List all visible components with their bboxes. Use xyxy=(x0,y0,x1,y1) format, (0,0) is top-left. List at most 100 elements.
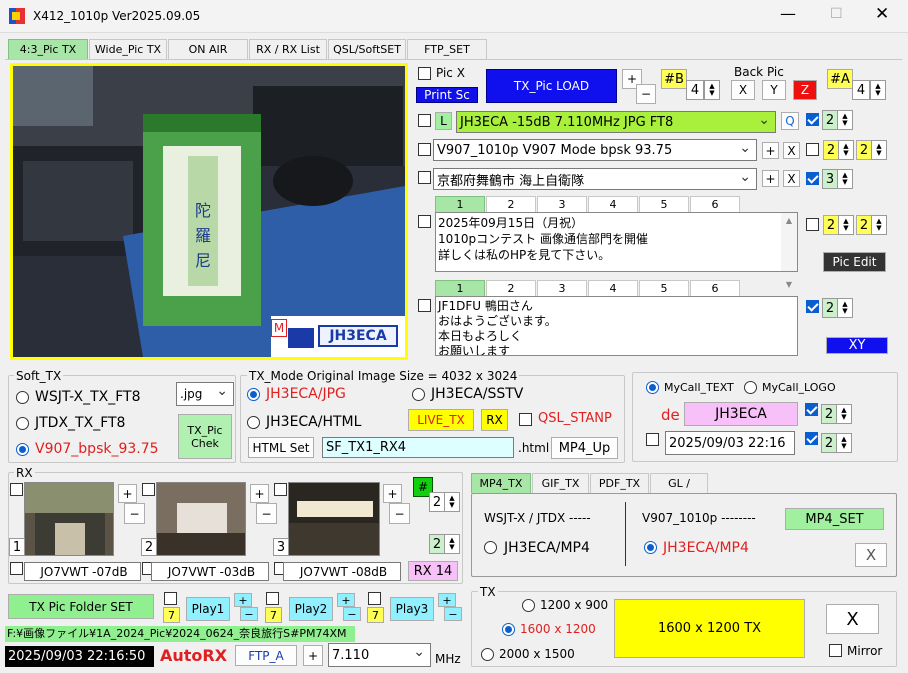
line2-checkbox[interactable] xyxy=(418,143,431,156)
a-value[interactable]: 4 xyxy=(852,80,870,100)
line2-number2[interactable]: 2 xyxy=(856,140,872,160)
memo1-tab-2[interactable]: 2 xyxy=(486,196,536,212)
a-spinner[interactable]: ▲ ▼ xyxy=(870,80,886,100)
play1-plus-button[interactable]: + xyxy=(234,593,252,607)
zoom-minus-button[interactable]: − xyxy=(636,84,656,104)
datetime-field[interactable]: 2025/09/03 22:16 xyxy=(665,431,795,455)
mp4-radio-v907[interactable] xyxy=(644,541,657,554)
mycall-check2[interactable] xyxy=(805,432,818,445)
tab-gl[interactable]: GL / xyxy=(650,473,708,493)
tx-pic-check-button[interactable]: TX_Pic Chek xyxy=(178,414,232,459)
line3-spinner[interactable]: ▲ ▼ xyxy=(837,169,853,189)
tx-mode-radio-sstv[interactable] xyxy=(412,388,425,401)
memo1-tab-5[interactable]: 5 xyxy=(639,196,689,212)
line3-check[interactable] xyxy=(806,172,819,185)
mycall-spinner2[interactable]: ▲ ▼ xyxy=(836,433,852,453)
memo1-check[interactable] xyxy=(806,218,819,231)
datetime-checkbox[interactable] xyxy=(646,433,659,446)
b-value[interactable]: 4 xyxy=(686,80,704,100)
memo1-number2[interactable]: 2 xyxy=(856,215,872,235)
play3-minus-button[interactable]: − xyxy=(444,607,462,621)
tab-rx-list[interactable]: RX / RX List xyxy=(249,39,327,59)
rx-button[interactable]: RX xyxy=(481,409,508,431)
rx1-minus-button[interactable]: − xyxy=(124,503,145,524)
memo1-tab-3[interactable]: 3 xyxy=(537,196,587,212)
soft-tx-radio-v907[interactable] xyxy=(16,443,29,456)
line1-l-button[interactable]: L xyxy=(435,112,452,130)
line1-q-button[interactable]: Q xyxy=(781,112,799,130)
tx-radio-2000[interactable] xyxy=(481,648,494,661)
pic-edit-button[interactable]: Pic Edit xyxy=(823,252,886,272)
line3-number[interactable]: 3 xyxy=(822,169,838,189)
tx-cancel-button[interactable]: X xyxy=(826,604,879,634)
rx1-thumbnail[interactable] xyxy=(24,482,114,556)
tab-4-3-pic-tx[interactable]: 4:3_Pic TX xyxy=(8,39,88,59)
line1-check[interactable] xyxy=(806,113,819,126)
pic-x-checkbox[interactable] xyxy=(418,67,431,80)
qsl-stamp-checkbox[interactable] xyxy=(519,413,532,426)
rx-number2[interactable]: 2 xyxy=(429,534,445,554)
line1-checkbox[interactable] xyxy=(418,114,431,127)
tx-mode-radio-html[interactable] xyxy=(247,416,260,429)
memo2-tab-2[interactable]: 2 xyxy=(486,280,536,296)
memo2-textarea[interactable]: JF1DFU 鴨田さん おはようございます。 本日もよろしく お願いします xyxy=(435,296,798,356)
play2-minus-button[interactable]: − xyxy=(343,607,361,621)
play3-button[interactable]: Play3 xyxy=(390,597,434,621)
memo2-check[interactable] xyxy=(806,300,819,313)
memo1-tab-6[interactable]: 6 xyxy=(690,196,740,212)
line3-x-button[interactable]: X xyxy=(783,170,800,187)
tab-qsl-softset[interactable]: QSL/SoftSET xyxy=(328,39,406,59)
tab-wide-pic-tx[interactable]: Wide_Pic TX xyxy=(89,39,167,59)
line3-select[interactable]: 京都府舞鶴市 海上自衛隊 xyxy=(433,168,757,190)
memo2-tab-4[interactable]: 4 xyxy=(588,280,638,296)
mycall-number1[interactable]: 2 xyxy=(821,404,837,424)
minimize-icon[interactable]: — xyxy=(780,4,796,23)
freq-plus-button[interactable]: + xyxy=(303,645,323,666)
back-z-button[interactable]: Z xyxy=(793,80,817,100)
rx3-thumbnail[interactable] xyxy=(288,482,380,556)
rx-number1[interactable]: 2 xyxy=(429,492,445,512)
mycall-logo-radio[interactable] xyxy=(744,381,757,394)
print-screen-button[interactable]: Print Sc xyxy=(416,87,478,103)
live-tx-button[interactable]: LIVE_TX xyxy=(408,409,474,431)
image-preview[interactable]: 陀 羅 尼 M JH3ECA xyxy=(10,63,408,360)
rx3-checkbox[interactable] xyxy=(274,483,287,496)
line2-select[interactable]: V907_1010p V907 Mode bpsk 93.75 xyxy=(433,139,757,161)
memo2-tab-5[interactable]: 5 xyxy=(639,280,689,296)
tx-mode-radio-jpg[interactable] xyxy=(247,388,260,401)
memo2-number[interactable]: 2 xyxy=(822,298,838,318)
html-file-field[interactable]: SF_TX1_RX4 xyxy=(322,437,514,458)
mycall-spinner1[interactable]: ▲ ▼ xyxy=(836,404,852,424)
memo2-tab-6[interactable]: 6 xyxy=(690,280,740,296)
rx-14-button[interactable]: RX 14 xyxy=(408,561,458,581)
play1-checkbox[interactable] xyxy=(164,592,177,605)
line2-spinner1[interactable]: ▲ ▼ xyxy=(838,140,854,160)
soft-tx-radio-wsjtx[interactable] xyxy=(16,391,29,404)
memo1-tab-1[interactable]: 1 xyxy=(435,196,485,212)
tab-pdf-tx[interactable]: PDF_TX xyxy=(590,473,649,493)
rx1-plus-button[interactable]: + xyxy=(118,484,137,503)
mp4-close-button[interactable]: X xyxy=(855,543,887,567)
play3-plus-button[interactable]: + xyxy=(438,593,456,607)
b-spinner[interactable]: ▲ ▼ xyxy=(704,80,720,100)
rx1-call-checkbox[interactable] xyxy=(10,562,23,575)
mycall-number2[interactable]: 2 xyxy=(821,433,837,453)
mp4-up-button[interactable]: MP4_Up xyxy=(551,437,618,459)
line2-check[interactable] xyxy=(806,143,819,156)
play2-button[interactable]: Play2 xyxy=(289,597,333,621)
tx-pic-folder-set-button[interactable]: TX Pic Folder SET xyxy=(8,594,154,619)
line2-number1[interactable]: 2 xyxy=(823,140,839,160)
line2-spinner2[interactable]: ▲ ▼ xyxy=(871,140,887,160)
rx3-callsign[interactable]: JO7VWT -08dB xyxy=(283,562,401,581)
back-y-button[interactable]: Y xyxy=(762,80,786,100)
mirror-checkbox[interactable] xyxy=(829,644,842,657)
rx2-minus-button[interactable]: − xyxy=(256,503,277,524)
memo2-spinner[interactable]: ▲ ▼ xyxy=(837,298,853,318)
mycall-check1[interactable] xyxy=(805,403,818,416)
rx2-checkbox[interactable] xyxy=(142,483,155,496)
play1-minus-button[interactable]: − xyxy=(240,607,258,621)
line2-plus-button[interactable]: + xyxy=(762,142,779,159)
memo1-textarea[interactable]: 2025年09月15日（月祝） 1010pコンテスト 画像通信部門を開催 詳しく… xyxy=(435,212,798,289)
play2-plus-button[interactable]: + xyxy=(337,593,355,607)
ftp-a-button[interactable]: FTP_A xyxy=(235,645,297,666)
